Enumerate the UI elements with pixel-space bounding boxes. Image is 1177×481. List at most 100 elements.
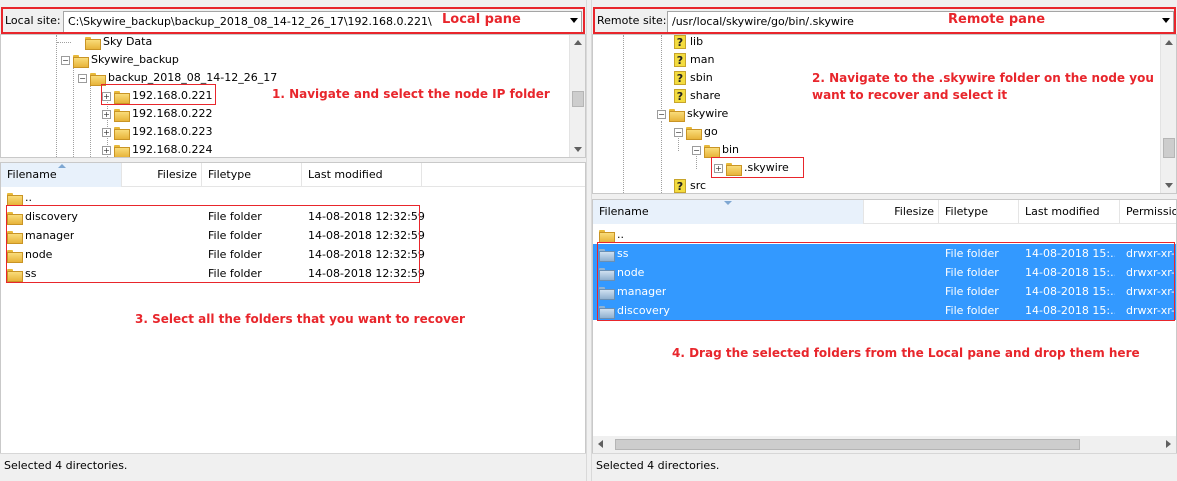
tree-item-skywire-backup[interactable]: − Skywire_backup (61, 51, 179, 69)
tree-item-src[interactable]: ? src (674, 177, 706, 193)
file-type: File folder (208, 248, 262, 261)
chevron-down-icon[interactable] (1162, 18, 1170, 23)
scroll-down-icon[interactable] (1165, 183, 1173, 188)
tree-item-label: sbin (690, 71, 713, 84)
tree-item-sky-data[interactable]: Sky Data (57, 35, 153, 51)
file-modified: 14-08-2018 12:32:59 (308, 210, 425, 223)
expand-icon[interactable]: + (102, 127, 111, 137)
folder-icon (7, 211, 23, 225)
unknown-folder-icon: ? (674, 53, 686, 67)
file-type: File folder (945, 285, 999, 298)
tree-item-backup-folder[interactable]: − backup_2018_08_14-12_26_17 (78, 69, 277, 87)
scroll-up-icon[interactable] (574, 40, 582, 45)
folder-icon (599, 286, 615, 300)
column-filename[interactable]: Filename (1, 163, 122, 187)
folder-icon (704, 144, 720, 158)
scroll-right-icon[interactable] (1166, 440, 1171, 448)
tree-item-192-168-0-223[interactable]: +192.168.0.223 (102, 123, 212, 141)
column-filesize[interactable]: Filesize (864, 200, 939, 224)
folder-icon (599, 267, 615, 281)
tree-item-skywire-config[interactable]: + .skywire (714, 159, 789, 177)
collapse-icon[interactable]: − (61, 55, 70, 65)
local-pane-title: Local pane (442, 12, 521, 27)
expand-icon[interactable]: + (714, 163, 723, 173)
scroll-thumb[interactable] (572, 91, 584, 107)
list-item-ss[interactable]: ss File folder 14-08-2018 12:32:59 (1, 264, 585, 283)
chevron-down-icon[interactable] (570, 18, 578, 23)
list-item-manager[interactable]: manager File folder 14-08-2018 15:... dr… (593, 282, 1176, 301)
column-last-modified[interactable]: Last modified (1019, 200, 1120, 224)
file-modified: 14-08-2018 12:32:59 (308, 267, 425, 280)
tree-item-skywire[interactable]: − skywire (657, 105, 728, 123)
remote-status-bar: Selected 4 directories. (592, 453, 1177, 477)
remote-list-header: Filename Filesize Filetype Last modified… (593, 200, 1176, 224)
remote-status-text: Selected 4 directories. (596, 459, 720, 472)
tree-item-man[interactable]: ? man (674, 51, 714, 69)
file-modified: 14-08-2018 12:32:59 (308, 229, 425, 242)
tree-item-lib[interactable]: ? lib (674, 35, 704, 51)
scroll-left-icon[interactable] (598, 440, 603, 448)
list-item-node[interactable]: node File folder 14-08-2018 15:... drwxr… (593, 263, 1176, 282)
list-item-discovery[interactable]: discovery File folder 14-08-2018 12:32:5… (1, 207, 585, 226)
folder-icon (686, 126, 702, 140)
column-last-modified[interactable]: Last modified (302, 163, 422, 187)
file-modified: 14-08-2018 15:... (1025, 285, 1115, 298)
remote-site-path-combobox[interactable]: /usr/local/skywire/go/bin/.skywire (667, 11, 1174, 33)
unknown-folder-icon: ? (674, 35, 686, 49)
remote-list-hscrollbar[interactable] (593, 436, 1176, 453)
file-modified: 14-08-2018 15:... (1025, 304, 1115, 317)
tree-item-bin[interactable]: − bin (692, 141, 739, 159)
list-item-ss[interactable]: ss File folder 14-08-2018 15:... drwxr-x… (593, 244, 1176, 263)
collapse-icon[interactable]: − (674, 127, 683, 137)
expand-icon[interactable]: + (102, 145, 111, 155)
scroll-down-icon[interactable] (574, 147, 582, 152)
column-filesize[interactable]: Filesize (122, 163, 202, 187)
remote-tree-scrollbar[interactable] (1160, 35, 1176, 193)
tree-item-label: Sky Data (103, 35, 153, 48)
list-item-parent[interactable]: .. (1, 188, 585, 207)
annotation-step3: 3. Select all the folders that you want … (135, 312, 465, 326)
file-type: File folder (208, 229, 262, 242)
tree-item-go[interactable]: − go (674, 123, 718, 141)
list-item-node[interactable]: node File folder 14-08-2018 12:32:59 (1, 245, 585, 264)
remote-site-bar: Remote site: /usr/local/skywire/go/bin/.… (592, 4, 1177, 34)
local-site-path-text: C:\Skywire_backup\backup_2018_08_14-12_2… (68, 15, 432, 28)
local-site-label: Local site: (5, 14, 61, 27)
expand-icon[interactable]: + (102, 109, 111, 119)
remote-folder-tree: ? lib ? man ? sbin ? share − skywire − go − bin… (592, 34, 1177, 194)
list-item-discovery[interactable]: discovery File folder 14-08-2018 15:... … (593, 301, 1176, 320)
column-filetype[interactable]: Filetype (202, 163, 302, 187)
tree-item-192-168-0-224[interactable]: +192.168.0.224 (102, 141, 212, 157)
list-item-parent[interactable]: .. (593, 225, 1176, 244)
expand-icon[interactable]: + (102, 91, 111, 101)
folder-icon (114, 90, 130, 104)
tree-item-label: lib (690, 35, 704, 48)
scroll-thumb[interactable] (615, 439, 1080, 450)
tree-item-label: bin (722, 143, 740, 156)
collapse-icon[interactable]: − (657, 109, 666, 119)
column-filename[interactable]: Filename (593, 200, 864, 224)
collapse-icon[interactable]: − (78, 73, 87, 83)
tree-item-label: go (704, 125, 718, 138)
folder-icon (114, 108, 130, 122)
file-modified: 14-08-2018 15:... (1025, 247, 1115, 260)
tree-item-share[interactable]: ? share (674, 87, 721, 105)
local-file-list: Filename Filesize Filetype Last modified… (0, 162, 586, 454)
column-filetype[interactable]: Filetype (939, 200, 1019, 224)
column-permissions[interactable]: Permissio (1120, 200, 1176, 224)
file-name: .. (617, 228, 624, 241)
tree-item-sbin[interactable]: ? sbin (674, 69, 713, 87)
scroll-up-icon[interactable] (1165, 40, 1173, 45)
remote-file-list: Filename Filesize Filetype Last modified… (592, 199, 1177, 455)
list-item-manager[interactable]: manager File folder 14-08-2018 12:32:59 (1, 226, 585, 245)
file-type: File folder (945, 266, 999, 279)
remote-pane: Remote site: /usr/local/skywire/go/bin/.… (592, 0, 1177, 481)
local-tree-scrollbar[interactable] (569, 35, 585, 157)
tree-item-192-168-0-222[interactable]: +192.168.0.222 (102, 105, 212, 123)
folder-icon (73, 54, 89, 68)
collapse-icon[interactable]: − (692, 145, 701, 155)
tree-item-192-168-0-221[interactable]: +192.168.0.221 (102, 87, 212, 105)
file-name: .. (25, 191, 32, 204)
file-type: File folder (208, 210, 262, 223)
scroll-thumb[interactable] (1163, 138, 1175, 158)
